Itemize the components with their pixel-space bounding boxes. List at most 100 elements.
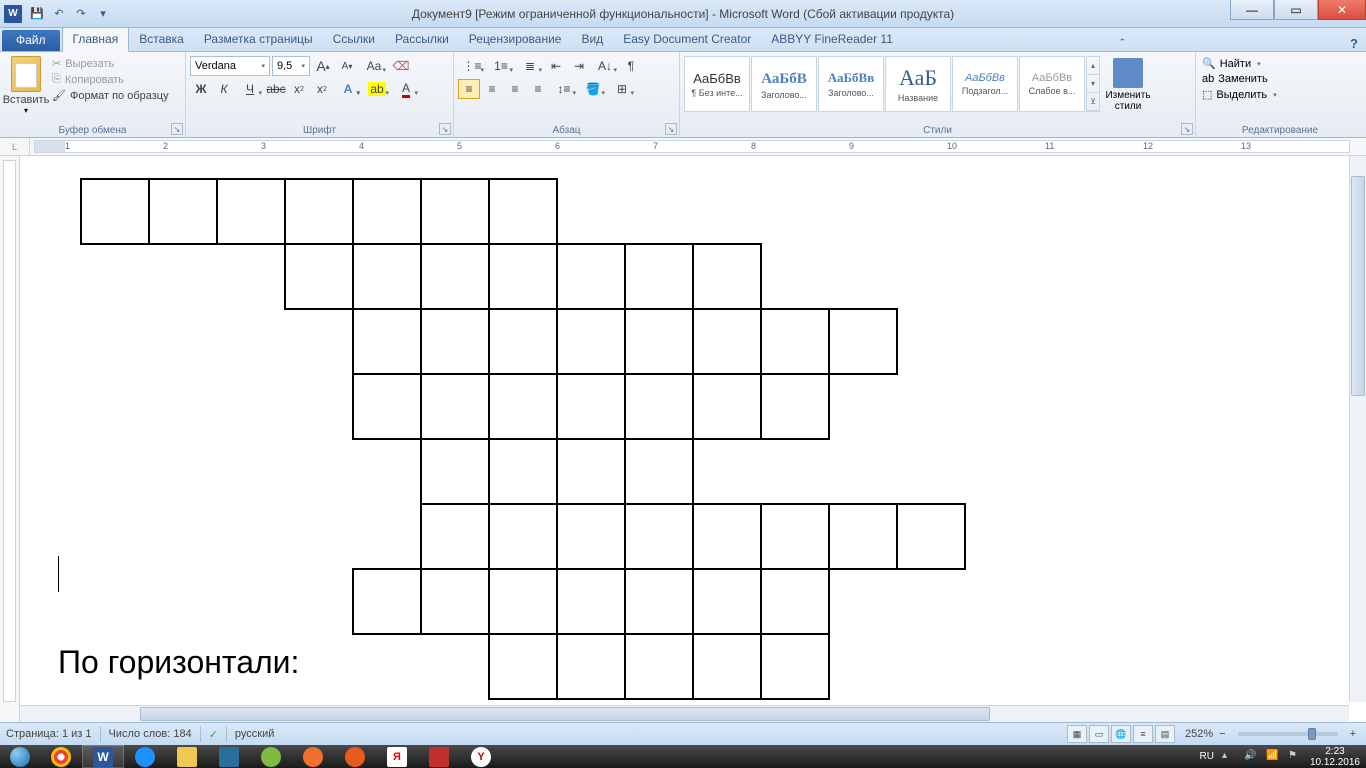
format-painter-button[interactable]: 🖌Формат по образцу xyxy=(50,88,171,103)
zoom-slider[interactable] xyxy=(1238,732,1338,736)
change-case-button[interactable]: Aa xyxy=(360,56,388,76)
cut-button[interactable]: ✂Вырезать xyxy=(50,56,171,71)
line-spacing-button[interactable]: ↕≡ xyxy=(550,79,578,99)
view-print-layout[interactable]: ▦ xyxy=(1067,725,1087,743)
view-outline[interactable]: ≡ xyxy=(1133,725,1153,743)
select-button[interactable]: ⬚Выделить▾ xyxy=(1200,87,1360,102)
style-title[interactable]: АаБНазвание xyxy=(885,56,951,112)
subscript-button[interactable]: x2 xyxy=(288,79,310,99)
bold-button[interactable]: Ж xyxy=(190,79,212,99)
font-size-combo[interactable]: 9,5▾ xyxy=(272,56,310,76)
status-word-count[interactable]: Число слов: 184 xyxy=(109,728,192,740)
tray-clock[interactable]: 2:23 10.12.2016 xyxy=(1310,746,1360,768)
italic-button[interactable]: К xyxy=(213,79,235,99)
zoom-level[interactable]: 252% xyxy=(1185,728,1213,740)
align-right-button[interactable]: ≡ xyxy=(504,79,526,99)
copy-button[interactable]: ⎘Копировать xyxy=(50,72,171,87)
taskbar-media-player[interactable] xyxy=(292,745,334,768)
styles-scroll-down[interactable]: ▾ xyxy=(1087,75,1099,93)
shading-button[interactable]: 🪣 xyxy=(579,79,607,99)
tab-mailings[interactable]: Рассылки xyxy=(385,28,459,51)
view-web-layout[interactable]: 🌐 xyxy=(1111,725,1131,743)
tab-references[interactable]: Ссылки xyxy=(323,28,385,51)
taskbar-messenger[interactable] xyxy=(250,745,292,768)
tab-view[interactable]: Вид xyxy=(571,28,613,51)
tab-selector[interactable]: L xyxy=(0,138,30,156)
tab-page-layout[interactable]: Разметка страницы xyxy=(194,28,323,51)
borders-button[interactable]: ⊞ xyxy=(608,79,636,99)
view-draft[interactable]: ▤ xyxy=(1155,725,1175,743)
save-icon[interactable]: 💾 xyxy=(28,5,46,23)
zoom-slider-thumb[interactable] xyxy=(1308,728,1316,740)
minimize-button[interactable]: — xyxy=(1230,0,1274,20)
taskbar-yandex[interactable]: Я xyxy=(376,745,418,768)
redo-icon[interactable]: ↷ xyxy=(72,5,90,23)
multilevel-list-button[interactable]: ≣ xyxy=(516,56,544,76)
tray-language[interactable]: RU xyxy=(1199,751,1213,762)
superscript-button[interactable]: x2 xyxy=(311,79,333,99)
shrink-font-button[interactable]: A▾ xyxy=(336,56,358,76)
font-name-combo[interactable]: Verdana▾ xyxy=(190,56,270,76)
tray-show-hidden-icon[interactable]: ▴ xyxy=(1222,750,1236,764)
align-left-button[interactable]: ≡ xyxy=(458,79,480,99)
status-page[interactable]: Страница: 1 из 1 xyxy=(6,728,92,740)
tab-review[interactable]: Рецензирование xyxy=(459,28,572,51)
start-button[interactable] xyxy=(0,745,40,768)
justify-button[interactable]: ≡ xyxy=(527,79,549,99)
grow-font-button[interactable]: A▴ xyxy=(312,56,334,76)
network-icon[interactable]: 📶 xyxy=(1266,750,1280,764)
sort-button[interactable]: A↓ xyxy=(591,56,619,76)
taskbar-app-orange[interactable] xyxy=(334,745,376,768)
styles-dialog-launcher[interactable]: ↘ xyxy=(1181,123,1193,135)
taskbar-movie-maker[interactable] xyxy=(208,745,250,768)
horizontal-scroll-thumb[interactable] xyxy=(140,707,990,721)
vertical-scrollbar[interactable] xyxy=(1349,156,1366,702)
horizontal-scrollbar[interactable] xyxy=(20,705,1349,722)
style-heading1[interactable]: АаБбВЗаголово... xyxy=(751,56,817,112)
style-heading2[interactable]: АаБбВвЗаголово... xyxy=(818,56,884,112)
styles-expand[interactable]: ⊻ xyxy=(1087,93,1099,111)
find-button[interactable]: 🔍Найти▾ xyxy=(1200,56,1360,71)
show-marks-button[interactable]: ¶ xyxy=(620,56,642,76)
align-center-button[interactable]: ≡ xyxy=(481,79,503,99)
highlight-button[interactable]: ab xyxy=(363,79,391,99)
vertical-scroll-thumb[interactable] xyxy=(1351,176,1365,396)
status-spellcheck[interactable]: ✓ xyxy=(209,728,218,741)
undo-icon[interactable]: ↶ xyxy=(50,5,68,23)
text-effects-button[interactable]: A xyxy=(334,79,362,99)
taskbar-yandex-browser[interactable]: Y xyxy=(460,745,502,768)
taskbar-explorer[interactable] xyxy=(166,745,208,768)
taskbar-abbyy[interactable] xyxy=(418,745,460,768)
qat-customize-icon[interactable]: ▾ xyxy=(94,5,112,23)
taskbar-ie[interactable] xyxy=(124,745,166,768)
document-page[interactable]: По горизонтали: xyxy=(30,156,1348,722)
style-no-spacing[interactable]: АаБбВв¶ Без инте... xyxy=(684,56,750,112)
clipboard-dialog-launcher[interactable]: ↘ xyxy=(171,123,183,135)
taskbar-word[interactable]: W xyxy=(82,745,124,768)
zoom-in-button[interactable]: + xyxy=(1346,728,1360,740)
file-tab[interactable]: Файл xyxy=(2,30,60,51)
replace-button[interactable]: abЗаменить xyxy=(1200,72,1360,86)
flag-icon[interactable]: ⚑ xyxy=(1288,750,1302,764)
tab-easy-document-creator[interactable]: Easy Document Creator xyxy=(613,28,761,51)
zoom-out-button[interactable]: − xyxy=(1215,728,1229,740)
help-icon[interactable]: ? xyxy=(1350,36,1358,51)
tab-insert[interactable]: Вставка xyxy=(129,28,194,51)
strikethrough-button[interactable]: abc xyxy=(265,79,287,99)
clear-formatting-button[interactable]: ⌫ xyxy=(390,56,412,76)
styles-scroll-up[interactable]: ▴ xyxy=(1087,57,1099,75)
maximize-button[interactable]: ▭ xyxy=(1274,0,1318,20)
horizontal-ruler[interactable]: L 12345678910111213 xyxy=(0,138,1366,156)
tab-abbyy-finereader[interactable]: ABBYY FineReader 11 xyxy=(761,28,903,51)
volume-icon[interactable]: 🔊 xyxy=(1244,750,1258,764)
style-subtle-emphasis[interactable]: АаБбВвСлабое в... xyxy=(1019,56,1085,112)
vertical-ruler[interactable] xyxy=(0,156,20,722)
paragraph-dialog-launcher[interactable]: ↘ xyxy=(665,123,677,135)
change-styles-button[interactable]: Изменить стили xyxy=(1104,56,1152,112)
status-language[interactable]: русский xyxy=(235,728,274,740)
bullets-button[interactable]: ⋮≡ xyxy=(458,56,486,76)
font-dialog-launcher[interactable]: ↘ xyxy=(439,123,451,135)
numbering-button[interactable]: 1≡ xyxy=(487,56,515,76)
increase-indent-button[interactable]: ⇥ xyxy=(568,56,590,76)
font-color-button[interactable]: A xyxy=(392,79,420,99)
